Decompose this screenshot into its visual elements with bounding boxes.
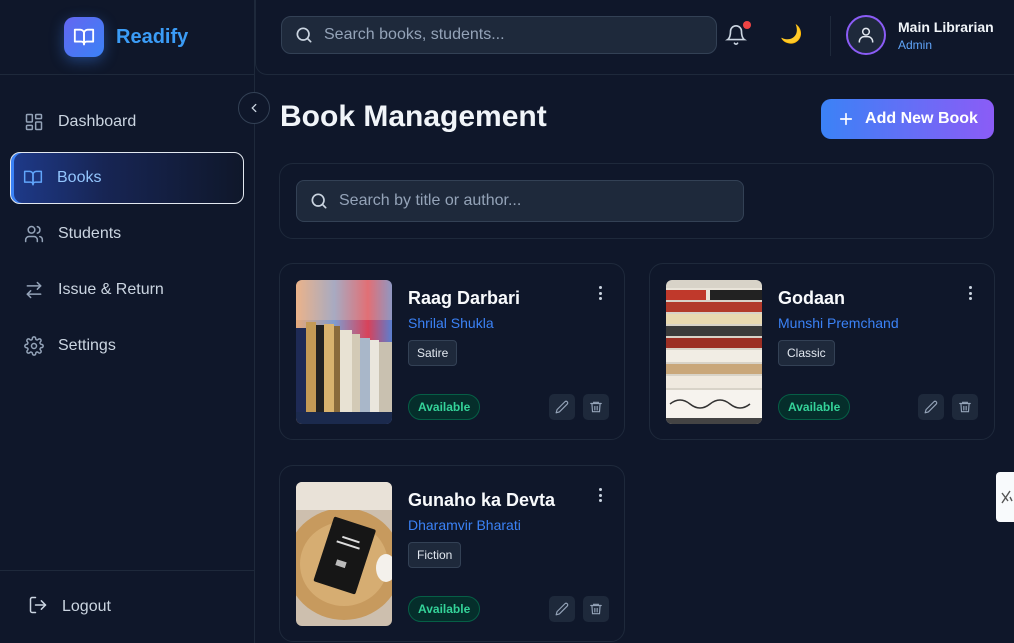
- book-cover-image: [296, 280, 392, 424]
- users-icon: [24, 224, 44, 244]
- more-options-button[interactable]: [594, 486, 606, 504]
- notifications-button[interactable]: [725, 21, 751, 48]
- status-badge: Available: [408, 596, 481, 622]
- logout-label: Logout: [62, 598, 111, 615]
- floating-side-tab[interactable]: [996, 472, 1014, 522]
- edit-button[interactable]: [918, 394, 944, 420]
- edit-button[interactable]: [549, 596, 575, 622]
- genre-badge: Classic: [778, 340, 835, 366]
- book-cover-image: [296, 482, 392, 626]
- status-badge: Available: [408, 394, 481, 420]
- brand[interactable]: Readify: [0, 0, 254, 75]
- sidebar-item-students[interactable]: Students: [12, 208, 243, 260]
- book-author: Shrilal Shukla: [408, 315, 494, 331]
- sidebar-item-label: Settings: [58, 337, 116, 354]
- user-role: Admin: [898, 37, 933, 52]
- book-open-icon: [23, 168, 43, 188]
- filter-panel: [279, 163, 994, 239]
- trash-icon: [959, 401, 971, 413]
- pencil-icon: [555, 602, 569, 616]
- edit-button[interactable]: [549, 394, 575, 420]
- page-title: Book Management: [280, 100, 547, 133]
- sidebar: Readify Dashboard Books Students Issue &…: [0, 0, 255, 643]
- logout-icon: [28, 595, 48, 620]
- book-cover-image: [666, 280, 762, 424]
- book-author: Munshi Premchand: [778, 315, 899, 331]
- book-card[interactable]: Raag Darbari Shrilal Shukla Satire Avail…: [279, 263, 625, 440]
- plus-icon: [839, 112, 853, 126]
- global-search-input[interactable]: [324, 26, 704, 44]
- book-search-input[interactable]: [339, 192, 730, 210]
- notification-dot: [743, 21, 751, 29]
- top-header: 🌙 Main Librarian Admin: [255, 0, 1014, 75]
- book-card[interactable]: Gunaho ka Devta Dharamvir Bharati Fictio…: [279, 465, 625, 642]
- user-menu[interactable]: Main Librarian Admin: [846, 15, 994, 55]
- book-search: [296, 180, 744, 222]
- delete-button[interactable]: [583, 394, 609, 420]
- sidebar-item-dashboard[interactable]: Dashboard: [12, 96, 243, 148]
- moon-icon: 🌙: [780, 24, 803, 44]
- sidebar-item-label: Dashboard: [58, 113, 137, 130]
- add-new-book-label: Add New Book: [865, 110, 978, 127]
- gear-icon: [24, 336, 44, 356]
- book-title: Gunaho ka Devta: [408, 490, 556, 510]
- sidebar-nav: Dashboard Books Students Issue & Return …: [0, 96, 255, 376]
- book-title: Godaan: [778, 288, 846, 308]
- user-icon: [858, 27, 874, 43]
- global-search: [281, 16, 717, 54]
- header-divider: [830, 16, 831, 56]
- book-title: Raag Darbari: [408, 288, 521, 308]
- sidebar-item-books[interactable]: Books: [10, 152, 244, 204]
- sidebar-item-issue-return[interactable]: Issue & Return: [12, 264, 243, 316]
- genre-badge: Fiction: [408, 542, 462, 568]
- status-badge: Available: [778, 394, 851, 420]
- more-options-button[interactable]: [594, 284, 606, 302]
- genre-badge: Satire: [408, 340, 458, 366]
- brand-name: Readify: [116, 25, 189, 48]
- logout-button[interactable]: Logout: [0, 570, 255, 643]
- trash-icon: [590, 401, 602, 413]
- book-author: Dharamvir Bharati: [408, 517, 521, 533]
- search-icon: [296, 27, 312, 43]
- more-options-button[interactable]: [964, 284, 976, 302]
- avatar: [846, 15, 886, 55]
- tools-icon: [1001, 490, 1013, 504]
- delete-button[interactable]: [583, 596, 609, 622]
- sidebar-item-settings[interactable]: Settings: [12, 320, 243, 372]
- pencil-icon: [924, 400, 938, 414]
- sidebar-item-label: Issue & Return: [58, 281, 164, 298]
- sidebar-item-label: Students: [58, 225, 122, 242]
- theme-toggle-button[interactable]: 🌙: [780, 24, 802, 45]
- dashboard-icon: [24, 112, 44, 132]
- trash-icon: [590, 603, 602, 615]
- book-card[interactable]: Godaan Munshi Premchand Classic Availabl…: [649, 263, 995, 440]
- chevron-left-icon: [251, 103, 257, 113]
- pencil-icon: [555, 400, 569, 414]
- arrows-exchange-icon: [24, 280, 44, 300]
- collapse-sidebar-button[interactable]: [238, 92, 270, 124]
- sidebar-item-label: Books: [57, 169, 102, 186]
- search-icon: [311, 193, 327, 209]
- book-logo-icon: [64, 17, 104, 57]
- add-new-book-button[interactable]: Add New Book: [821, 99, 994, 139]
- delete-button[interactable]: [952, 394, 978, 420]
- user-name: Main Librarian: [898, 18, 994, 35]
